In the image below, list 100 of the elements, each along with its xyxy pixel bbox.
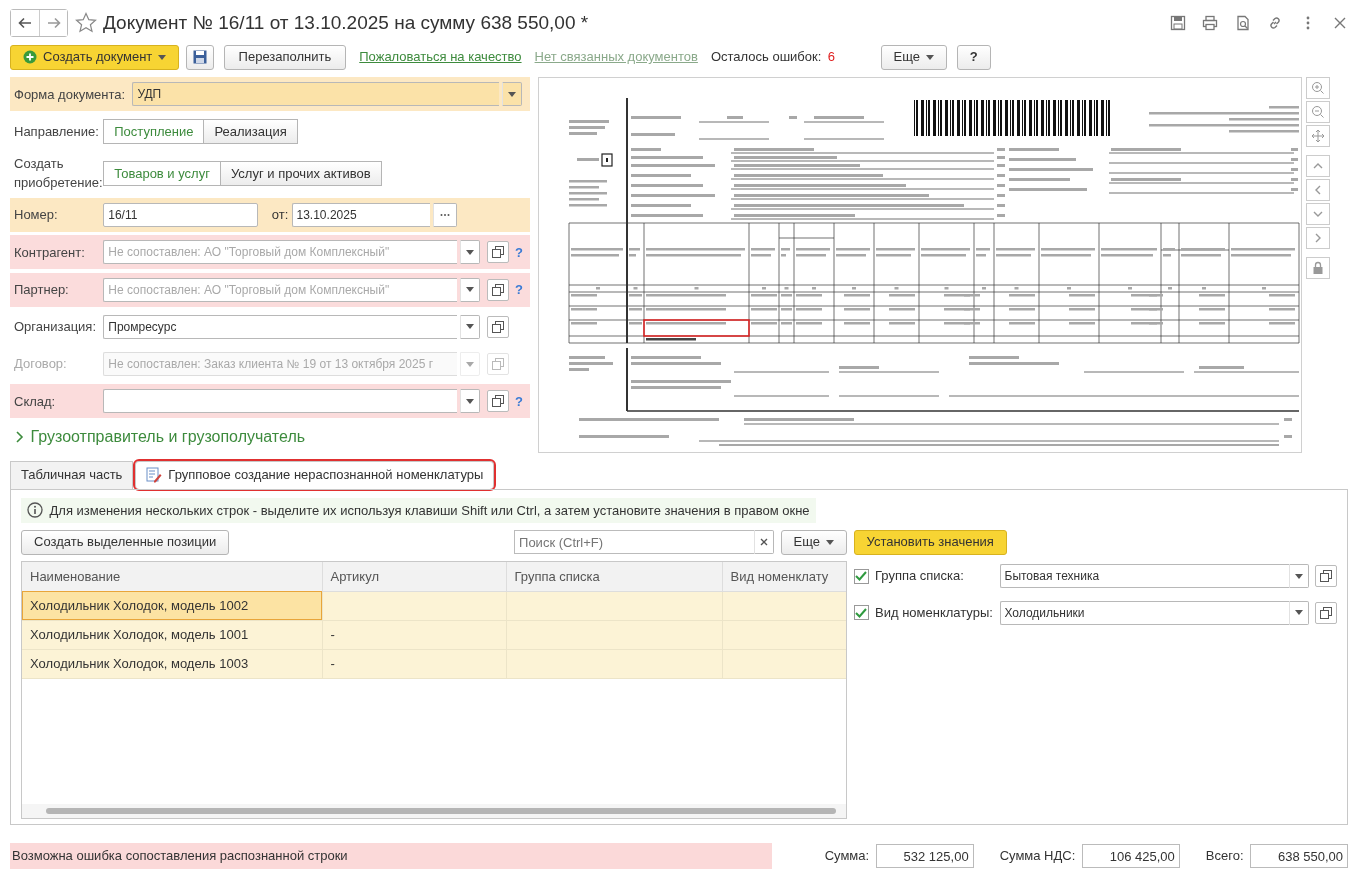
dropdown-button[interactable] <box>1288 564 1309 588</box>
caret-icon <box>466 249 475 255</box>
errors-count: 6 <box>827 48 836 67</box>
preview-icon[interactable] <box>1234 15 1251 31</box>
field-label: Создать приобретение: <box>14 154 100 193</box>
errors-label: Осталось ошибок: <box>710 48 822 67</box>
chevron-right-icon[interactable] <box>14 430 24 443</box>
move-icon <box>1311 129 1325 144</box>
total-label: Сумма НДС: <box>999 847 1076 866</box>
refill-button[interactable]: Перезаполнить <box>223 44 347 70</box>
more-button[interactable]: Еще <box>880 44 947 70</box>
dropdown-button[interactable] <box>1288 600 1309 625</box>
caret-icon <box>508 91 516 97</box>
select-field[interactable]: Бытовая техника <box>999 564 1289 588</box>
column-header[interactable]: Группа списка <box>506 562 722 591</box>
setting-label: Группа списка: <box>875 567 965 586</box>
table-cell[interactable]: Холодильник Холодок, модель 1002 <box>22 591 322 620</box>
zoom-out-icon <box>1311 105 1325 120</box>
tab[interactable]: Табличная часть <box>10 460 134 489</box>
table-cell[interactable]: Холодильник Холодок, модель 1003 <box>22 649 322 678</box>
search-field[interactable]: Поиск (Ctrl+F) <box>514 530 755 554</box>
check-icon <box>855 607 867 618</box>
complain-link[interactable]: Пожаловаться на качество <box>359 47 522 67</box>
save-button[interactable] <box>185 44 214 70</box>
total-field: 106 425,00 <box>1081 844 1180 868</box>
window-title: Документ № 16/11 от 13.10.2025 на сумму 638 550,00 * <box>103 10 589 35</box>
forward-button[interactable] <box>39 10 67 36</box>
number-field[interactable]: 16/11 <box>103 203 258 227</box>
reference-field[interactable]: Не сопоставлен: АО "Торговый дом Комплексный" <box>103 240 457 265</box>
preview-tool-button[interactable] <box>1306 125 1330 148</box>
document-form-select[interactable]: УДП <box>132 82 499 107</box>
zoom-in-icon <box>1311 81 1325 96</box>
reference-field[interactable] <box>103 389 457 414</box>
date-label: от: <box>271 206 289 225</box>
caret-icon <box>466 287 475 292</box>
more-button[interactable]: Еще <box>780 529 847 555</box>
open-button[interactable] <box>486 241 509 264</box>
checkbox[interactable] <box>853 605 869 620</box>
toggle-option[interactable]: Товаров и услуг <box>103 160 221 186</box>
preview-tool-button[interactable] <box>1306 257 1330 280</box>
reference-field[interactable]: Промресурс <box>103 314 457 339</box>
arrow-left-icon <box>18 17 32 29</box>
select-field[interactable]: Холодильники <box>999 600 1289 625</box>
link-icon[interactable] <box>1267 15 1283 31</box>
toggle-option[interactable]: Услуг и прочих активов <box>220 160 382 186</box>
open-button[interactable] <box>1315 565 1337 587</box>
save-icon[interactable] <box>1169 15 1186 31</box>
open-button[interactable] <box>486 315 509 338</box>
create-selected-button[interactable]: Создать выделенные позиции <box>21 529 230 555</box>
column-header[interactable]: Артикул <box>322 562 506 591</box>
clear-button[interactable] <box>754 530 775 554</box>
total-label: Всего: <box>1205 847 1244 866</box>
field-label: Склад: <box>14 392 57 411</box>
caret-icon <box>466 324 475 330</box>
create-document-button[interactable]: Создать документ <box>10 44 180 70</box>
open-button[interactable] <box>486 278 509 301</box>
dropdown-button[interactable] <box>460 277 481 302</box>
open-button[interactable] <box>486 390 509 413</box>
preview-tool-button[interactable] <box>1306 77 1330 100</box>
ellipsis-icon <box>439 213 450 217</box>
open-icon <box>491 283 504 296</box>
caret-icon <box>158 54 167 60</box>
check-icon <box>855 571 867 581</box>
dropdown-button[interactable] <box>460 389 481 414</box>
date-field[interactable]: 13.10.2025 <box>291 203 430 227</box>
printer-icon[interactable] <box>1202 15 1218 31</box>
dropdown-button[interactable] <box>460 240 481 265</box>
open-icon <box>491 246 504 259</box>
open-icon <box>491 395 504 408</box>
close-icon[interactable] <box>1332 15 1348 31</box>
dropdown-button[interactable] <box>502 82 522 107</box>
caret-icon <box>1294 573 1303 579</box>
column-header[interactable]: Вид номенклату <box>722 562 846 591</box>
section-toggle[interactable]: Грузоотправитель и грузополучатель <box>30 424 306 449</box>
caret-icon <box>466 398 475 404</box>
table-cell[interactable]: - <box>322 620 506 649</box>
toggle-option[interactable]: Поступление <box>103 119 205 144</box>
toggle-option[interactable]: Реализация <box>204 119 298 144</box>
star-icon[interactable] <box>74 12 97 34</box>
dropdown-button[interactable] <box>460 314 481 339</box>
setting-label: Вид номенклатуры: <box>875 603 993 622</box>
reference-field[interactable]: Не сопоставлен: АО "Торговый дом Комплексный" <box>103 277 457 302</box>
open-icon <box>491 358 504 370</box>
field-label: Контрагент: <box>14 243 86 262</box>
field-label: Организация: <box>14 318 98 336</box>
horizontal-scrollbar[interactable] <box>22 804 846 818</box>
open-button[interactable] <box>1315 601 1337 624</box>
preview-tool-button[interactable] <box>1306 101 1330 124</box>
arrow-right-icon <box>46 17 61 29</box>
table-cell[interactable]: Холодильник Холодок, модель 1001 <box>22 620 322 649</box>
info-icon <box>27 502 43 519</box>
column-header[interactable]: Наименование <box>22 562 322 591</box>
caret-icon <box>826 539 834 545</box>
table-cell[interactable]: - <box>322 649 506 678</box>
set-values-button[interactable]: Установить значения <box>853 529 1007 555</box>
plus-circle-icon <box>23 50 37 64</box>
checkbox[interactable] <box>853 568 869 584</box>
tab[interactable]: Групповое создание нераспознанной номенклатуры <box>135 460 495 489</box>
help-button[interactable]: ? <box>956 44 991 70</box>
warning-message: Возможна ошибка сопоставления распознанной строки <box>10 843 772 869</box>
